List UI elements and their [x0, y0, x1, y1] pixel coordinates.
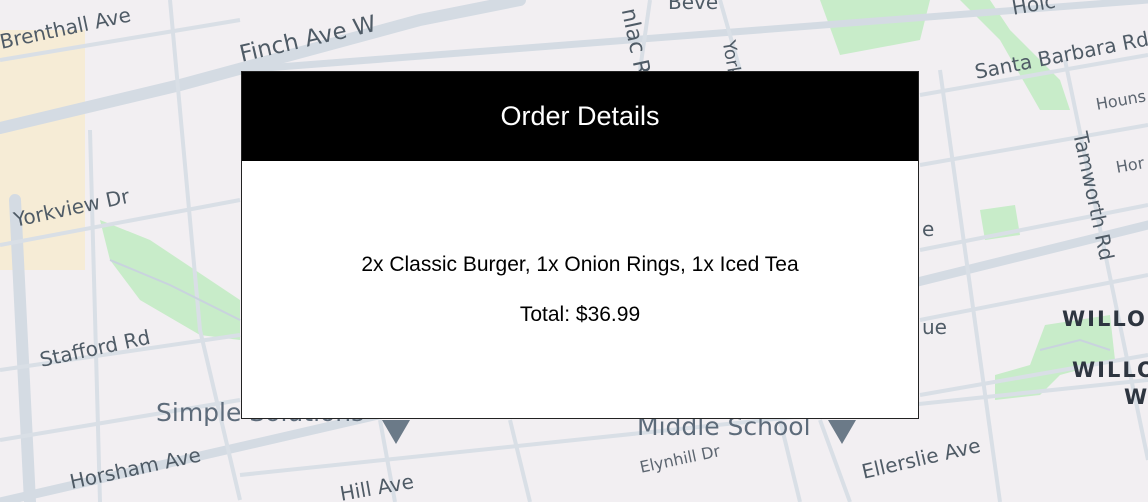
- area-label-willowdale-2: WILLO: [1072, 358, 1148, 382]
- location-pin-icon[interactable]: [382, 420, 410, 444]
- order-items-text: 2x Classic Burger, 1x Onion Rings, 1x Ic…: [361, 253, 799, 276]
- area-label-willowdale: WILLO: [1062, 307, 1147, 331]
- park-yorkview: [100, 220, 240, 340]
- modal-header: Order Details: [242, 72, 918, 161]
- modal-body: 2x Classic Burger, 1x Onion Rings, 1x Ic…: [242, 161, 918, 419]
- street-label-bev: Beve: [668, 0, 719, 14]
- street-label-ave-ue: ue: [922, 315, 947, 339]
- location-pin-icon[interactable]: [828, 420, 856, 444]
- area-label-willowdale-3: W: [1124, 385, 1148, 409]
- street-label-ave-e: e: [922, 217, 935, 241]
- modal-title: Order Details: [500, 101, 660, 131]
- order-total-text: Total: $36.99: [519, 303, 641, 326]
- order-details-modal: Order Details 2x Classic Burger, 1x Onio…: [241, 71, 919, 419]
